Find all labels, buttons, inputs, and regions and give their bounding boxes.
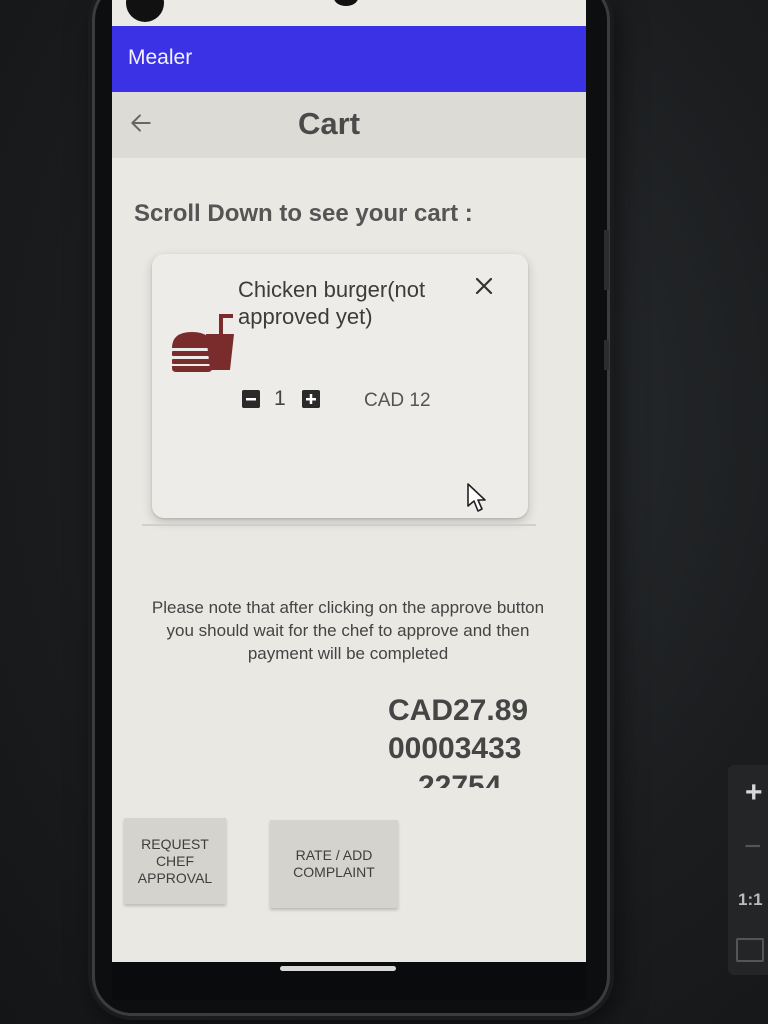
arrow-left-icon[interactable] [128, 110, 154, 136]
burger-drink-icon [172, 314, 234, 372]
power-button [604, 340, 609, 370]
cart-item-card: Chicken burger(not approved yet) 1 CAD 1… [152, 254, 528, 518]
approval-note: Please note that after clicking on the a… [151, 598, 545, 663]
rate-add-complaint-button[interactable]: RATE / ADD COMPLAINT [270, 820, 398, 908]
quantity-value: 1 [274, 387, 286, 410]
camera-cutout [126, 0, 164, 22]
quantity-increase-button[interactable] [302, 390, 320, 408]
reference-number-continued-text: 22754 [418, 770, 502, 789]
cart-item-name: Chicken burger(not approved yet) [238, 277, 426, 329]
reference-number-continued: 22754 [418, 770, 502, 789]
close-icon[interactable] [474, 276, 494, 296]
home-indicator[interactable] [280, 966, 396, 971]
reference-number: 00003433 [388, 732, 522, 765]
cart-toolbar: Cart [112, 92, 586, 158]
app-bar: Mealer [112, 26, 586, 92]
app-title: Mealer [128, 46, 193, 69]
status-icon [334, 0, 358, 6]
status-bar [112, 0, 586, 26]
cart-item-price: CAD 12 [364, 390, 431, 411]
scroll-hint: Scroll Down to see your cart : [134, 200, 473, 227]
cart-total: CAD27.89 [388, 694, 529, 727]
fit-screen-icon[interactable] [736, 938, 764, 962]
volume-button [604, 230, 609, 290]
zoom-out-button[interactable]: − [744, 832, 762, 862]
emulator-scene: + − 1:1 Mealer Cart Scroll Down to see y… [0, 0, 768, 1024]
quantity-decrease-button[interactable] [242, 390, 260, 408]
zoom-ratio-button[interactable]: 1:1 [738, 890, 763, 910]
divider [142, 524, 536, 526]
request-chef-approval-button[interactable]: REQUEST CHEF APPROVAL [124, 818, 226, 904]
mouse-pointer-icon [467, 483, 486, 512]
page-title: Cart [298, 106, 361, 141]
app-screen: Mealer Cart Scroll Down to see your cart… [112, 0, 586, 962]
zoom-in-button[interactable]: + [745, 778, 763, 808]
